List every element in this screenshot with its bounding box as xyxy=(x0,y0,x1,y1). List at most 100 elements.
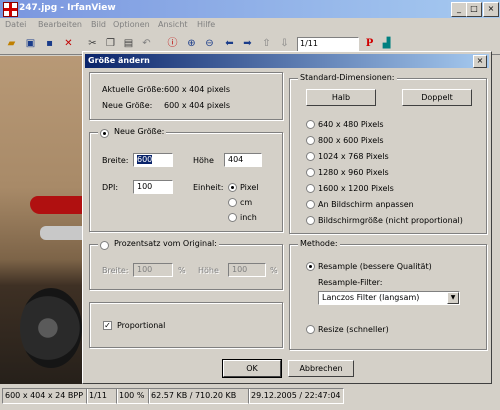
menu-datei[interactable]: Datei xyxy=(5,20,26,29)
current-size-label: Aktuelle Größe: xyxy=(102,85,165,94)
pct-height-unit: % xyxy=(270,266,278,275)
std-1280-label: 1280 x 960 Pixels xyxy=(318,168,389,177)
status-bar: 600 x 404 x 24 BPP 1/11 100 % 62.57 KB /… xyxy=(0,384,500,410)
percent-radio[interactable] xyxy=(100,241,109,250)
std-640-radio[interactable] xyxy=(306,120,315,129)
resample-filter-value: Lanczos Filter (langsam) xyxy=(322,293,420,302)
status-datetime: 29.12.2005 / 22:47:04 xyxy=(248,388,344,404)
copy-icon[interactable]: ❐ xyxy=(104,37,117,50)
resize-dialog: Größe ändern × Aktuelle Größe: 600 x 404… xyxy=(82,51,492,384)
new-size-radio-label: Neue Größe: xyxy=(114,127,165,136)
paste-icon[interactable]: ▤ xyxy=(122,37,135,50)
window-title-bar: 247.jpg - IrfanView _ □ × xyxy=(0,0,500,18)
slideshow-icon[interactable]: ▣ xyxy=(24,37,37,50)
cut-icon[interactable]: ✂ xyxy=(86,37,99,50)
scanner-icon[interactable]: ▟ xyxy=(380,37,393,50)
prev-arrow-icon[interactable]: ⬅ xyxy=(223,37,236,50)
pct-height-input[interactable]: 100 xyxy=(228,263,266,277)
new-size-group-legend: Neue Größe: xyxy=(98,127,167,138)
delete-icon[interactable]: ✕ xyxy=(62,37,75,50)
height-input[interactable]: 404 xyxy=(224,153,262,167)
fit-screen-radio[interactable] xyxy=(306,200,315,209)
open-folder-icon[interactable]: ▰ xyxy=(5,37,18,50)
dialog-title-bar: Größe ändern × xyxy=(85,54,489,68)
photo-wheel xyxy=(20,288,82,368)
zoom-in-icon[interactable]: ⊕ xyxy=(185,37,198,50)
pct-width-unit: % xyxy=(178,266,186,275)
unit-cm-label: cm xyxy=(240,198,253,207)
unit-label: Einheit: xyxy=(193,183,224,192)
menu-bild[interactable]: Bild xyxy=(91,20,106,29)
maximize-button[interactable]: □ xyxy=(466,2,482,17)
screen-size-radio[interactable] xyxy=(306,216,315,225)
size-info-group: Aktuelle Größe: 600 x 404 pixels Neue Gr… xyxy=(89,72,283,120)
proportional-checkbox[interactable]: ✓ xyxy=(103,321,112,330)
width-input[interactable]: 600 xyxy=(133,153,173,167)
half-button[interactable]: Halb xyxy=(306,89,376,106)
std-1600-radio[interactable] xyxy=(306,184,315,193)
std-1600-label: 1600 x 1200 Pixels xyxy=(318,184,394,193)
standard-dimensions-group: Standard-Dimensionen: Halb Doppelt 640 x… xyxy=(289,73,487,234)
dialog-title: Größe ändern xyxy=(88,56,150,65)
menu-bearbeiten[interactable]: Bearbeiten xyxy=(38,20,82,29)
next-arrow-icon[interactable]: ➡ xyxy=(241,37,254,50)
menu-bar: Datei Bearbeiten Bild Optionen Ansicht H… xyxy=(0,18,500,32)
std-1024-label: 1024 x 768 Pixels xyxy=(318,152,389,161)
proportional-label: Proportional xyxy=(117,321,166,330)
unit-inch-radio[interactable] xyxy=(228,213,237,222)
pct-height-label: Höhe xyxy=(198,266,219,275)
window-close-button[interactable]: × xyxy=(483,2,499,17)
cancel-button[interactable]: Abbrechen xyxy=(288,360,354,377)
height-label: Höhe xyxy=(193,156,214,165)
method-group: Methode: Resample (bessere Qualität) Res… xyxy=(289,239,487,350)
undo-icon[interactable]: ↶ xyxy=(140,37,153,50)
status-page: 1/11 xyxy=(86,388,118,404)
std-800-label: 800 x 600 Pixels xyxy=(318,136,384,145)
ok-button[interactable]: OK xyxy=(222,359,282,378)
double-button[interactable]: Doppelt xyxy=(402,89,472,106)
resample-label: Resample (bessere Qualität) xyxy=(318,262,432,271)
percent-group-legend: Prozentsatz vom Original: xyxy=(98,239,219,250)
menu-optionen[interactable]: Optionen xyxy=(113,20,150,29)
status-zoom: 100 % xyxy=(116,388,150,404)
std-1280-radio[interactable] xyxy=(306,168,315,177)
pct-width-input[interactable]: 100 xyxy=(133,263,173,277)
status-filesize: 62.57 KB / 710.20 KB xyxy=(148,388,250,404)
unit-pixel-radio[interactable] xyxy=(228,183,237,192)
current-size-value: 600 x 404 pixels xyxy=(164,85,231,94)
resample-filter-select[interactable]: Lanczos Filter (langsam) ▼ xyxy=(318,291,460,305)
photo-fender xyxy=(30,196,82,214)
fit-screen-label: An Bildschirm anpassen xyxy=(318,200,414,209)
window-title: 247.jpg - IrfanView xyxy=(19,3,116,13)
standard-group-legend: Standard-Dimensionen: xyxy=(298,73,397,82)
unit-pixel-label: Pixel xyxy=(240,183,259,192)
new-size-label: Neue Größe: xyxy=(102,101,153,110)
std-800-radio[interactable] xyxy=(306,136,315,145)
print-icon[interactable]: P xyxy=(363,37,376,50)
pct-width-label: Breite: xyxy=(102,266,129,275)
new-size-group: Neue Größe: Breite: 600 Höhe 404 DPI: 10… xyxy=(89,127,283,232)
first-page-icon[interactable]: ⇧ xyxy=(260,37,273,50)
status-dimensions: 600 x 404 x 24 BPP xyxy=(2,388,88,404)
dialog-close-button[interactable]: × xyxy=(473,55,487,68)
resize-radio[interactable] xyxy=(306,325,315,334)
irfanview-app-icon[interactable] xyxy=(3,2,18,17)
menu-hilfe[interactable]: Hilfe xyxy=(197,20,215,29)
resize-label: Resize (schneller) xyxy=(318,325,389,334)
save-icon[interactable]: ▪ xyxy=(43,37,56,50)
resample-radio[interactable] xyxy=(306,262,315,271)
minimize-button[interactable]: _ xyxy=(451,2,467,17)
screen-size-label: Bildschirmgröße (nicht proportional) xyxy=(318,216,463,225)
photo-exhaust xyxy=(40,226,82,240)
zoom-out-icon[interactable]: ⊖ xyxy=(203,37,216,50)
chevron-down-icon[interactable]: ▼ xyxy=(447,292,459,304)
new-size-radio[interactable] xyxy=(100,129,109,138)
std-1024-radio[interactable] xyxy=(306,152,315,161)
menu-ansicht[interactable]: Ansicht xyxy=(158,20,188,29)
unit-cm-radio[interactable] xyxy=(228,198,237,207)
proportional-group: ✓ Proportional xyxy=(89,302,283,348)
unit-inch-label: inch xyxy=(240,213,257,222)
last-page-icon[interactable]: ⇩ xyxy=(278,37,291,50)
info-icon[interactable]: ⓘ xyxy=(166,37,179,50)
dpi-input[interactable]: 100 xyxy=(133,180,173,194)
